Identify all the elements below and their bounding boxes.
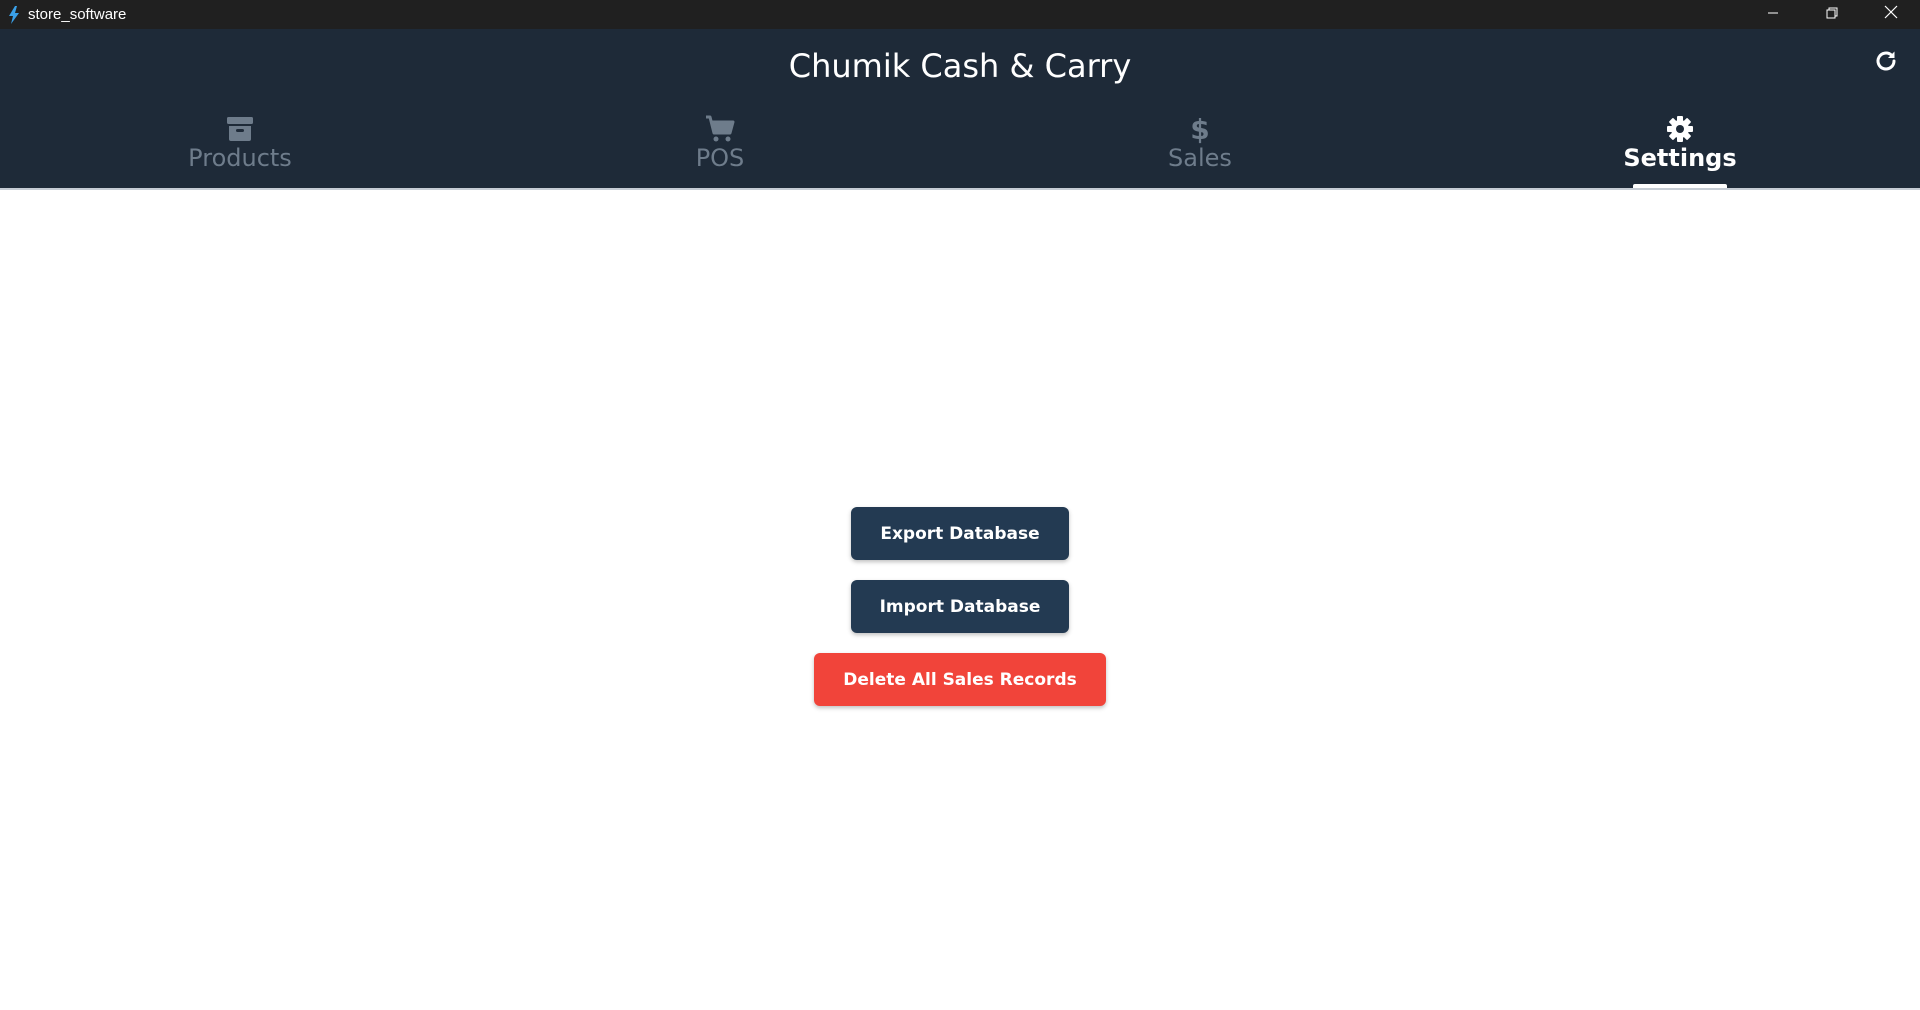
window-titlebar: store_software — [0, 0, 1920, 29]
window-controls — [1743, 0, 1920, 29]
restore-icon — [1826, 6, 1838, 24]
nav-tabs: Products POS $ Sales Settings — [0, 104, 1920, 188]
close-window-button[interactable] — [1861, 0, 1920, 29]
close-icon — [1884, 5, 1898, 24]
svg-text:$: $ — [1191, 114, 1209, 144]
tab-pos-label: POS — [695, 144, 745, 172]
tab-pos[interactable]: POS — [480, 104, 960, 188]
tab-sales-label: Sales — [1168, 144, 1232, 172]
export-database-button[interactable]: Export Database — [851, 507, 1069, 560]
window-title: store_software — [28, 6, 127, 23]
tab-products[interactable]: Products — [0, 104, 480, 188]
refresh-button[interactable] — [1872, 49, 1900, 77]
tab-products-label: Products — [188, 144, 292, 172]
app-lightning-icon — [2, 0, 26, 29]
minimize-button[interactable] — [1743, 0, 1802, 29]
dollar-icon: $ — [1191, 114, 1209, 144]
gear-icon — [1666, 114, 1694, 144]
shopping-cart-icon — [705, 114, 735, 144]
app-header: Chumik Cash & Carry Products POS $ Sales… — [0, 29, 1920, 190]
archive-box-icon — [226, 114, 254, 144]
tab-settings-label: Settings — [1623, 144, 1737, 172]
settings-actions: Export Database Import Database Delete A… — [0, 507, 1920, 706]
refresh-icon — [1874, 49, 1898, 78]
restore-button[interactable] — [1802, 0, 1861, 29]
minimize-icon — [1767, 6, 1779, 24]
import-database-button[interactable]: Import Database — [850, 580, 1070, 633]
delete-sales-records-button[interactable]: Delete All Sales Records — [814, 653, 1106, 706]
active-tab-indicator — [1633, 184, 1727, 188]
app-title: Chumik Cash & Carry — [788, 47, 1132, 85]
tab-sales[interactable]: $ Sales — [960, 104, 1440, 188]
tab-settings[interactable]: Settings — [1440, 104, 1920, 188]
